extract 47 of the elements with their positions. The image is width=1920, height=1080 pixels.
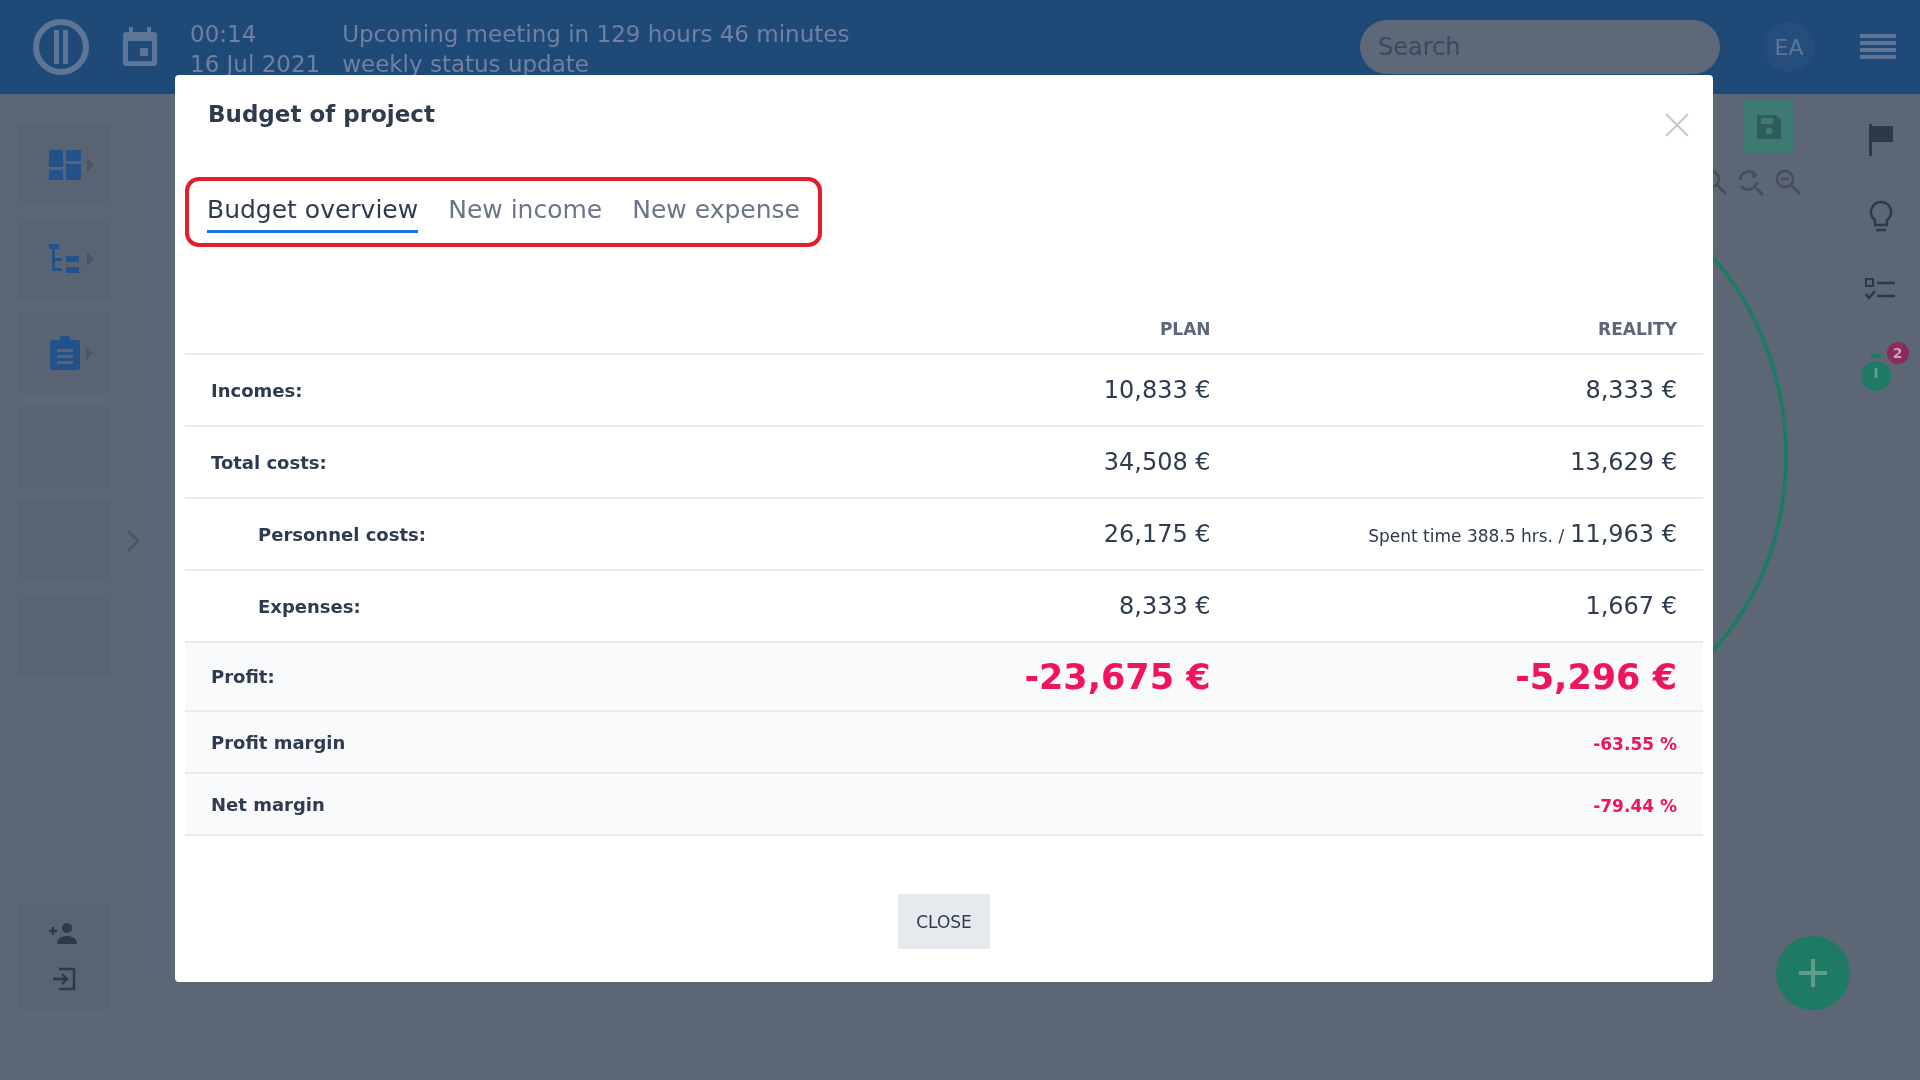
plan-value: 26,175 € (1103, 520, 1211, 548)
sign-in-icon[interactable] (51, 966, 77, 992)
hierarchy-icon (48, 244, 81, 274)
plus-icon (1797, 957, 1829, 989)
notification-badge: 2 (1886, 342, 1909, 364)
close-icon[interactable] (1665, 113, 1689, 137)
row-label: Net margin (185, 773, 938, 835)
plan-value: 10,833 € (1103, 376, 1211, 404)
meeting-title: weekly status update (342, 50, 590, 79)
reality-value: -63.55 % (1593, 734, 1677, 754)
meeting-countdown: Upcoming meeting in 129 hours 46 minutes (342, 20, 850, 49)
calendar-icon[interactable] (120, 26, 160, 68)
stopwatch-icon[interactable] (1858, 354, 1893, 392)
reality-value: 8,333 € (1585, 376, 1677, 404)
clipboard-icon (49, 336, 80, 370)
column-header: REALITY (1220, 305, 1703, 354)
tab[interactable]: Budget overview (207, 195, 419, 233)
plan-value: 8,333 € (1119, 592, 1211, 620)
spent-time-note: Spent time 388.5 hrs. / (1368, 526, 1565, 546)
reality-value: 1,667 € (1585, 592, 1677, 620)
plan-value: 34,508 € (1103, 448, 1211, 476)
add-user-icon[interactable] (49, 922, 79, 944)
reality-value: 13,629 € (1570, 448, 1677, 476)
tab[interactable]: New income (448, 195, 603, 233)
reality-value: -79.44 % (1593, 796, 1677, 816)
column-header: PLAN (938, 305, 1221, 354)
row-label: Incomes: (185, 354, 938, 426)
reality-value: -5,296 € (1515, 656, 1677, 697)
modal-title: Budget of project (208, 101, 435, 127)
dashboard-icon (48, 150, 81, 180)
close-button[interactable]: CLOSE (898, 894, 990, 949)
tab[interactable]: New expense (632, 195, 800, 233)
reality-value: 11,963 € (1570, 520, 1677, 548)
row-label: Total costs: (185, 426, 938, 498)
lightbulb-icon[interactable] (1868, 200, 1893, 234)
flag-icon[interactable] (1866, 124, 1895, 156)
zoom-out-icon[interactable] (1774, 168, 1802, 196)
meeting-time: 00:14 (190, 20, 258, 49)
row-label: Profit margin (185, 711, 938, 773)
save-button[interactable] (1744, 100, 1794, 154)
row-label: Profit: (185, 642, 938, 711)
checklist-icon[interactable] (1864, 278, 1897, 302)
logo-icon[interactable] (32, 18, 90, 76)
row-label: Personnel costs: (185, 498, 938, 570)
refresh-zoom-icon[interactable] (1736, 168, 1766, 196)
plan-value: -23,675 € (1024, 656, 1211, 697)
menu-icon[interactable] (1860, 33, 1896, 61)
